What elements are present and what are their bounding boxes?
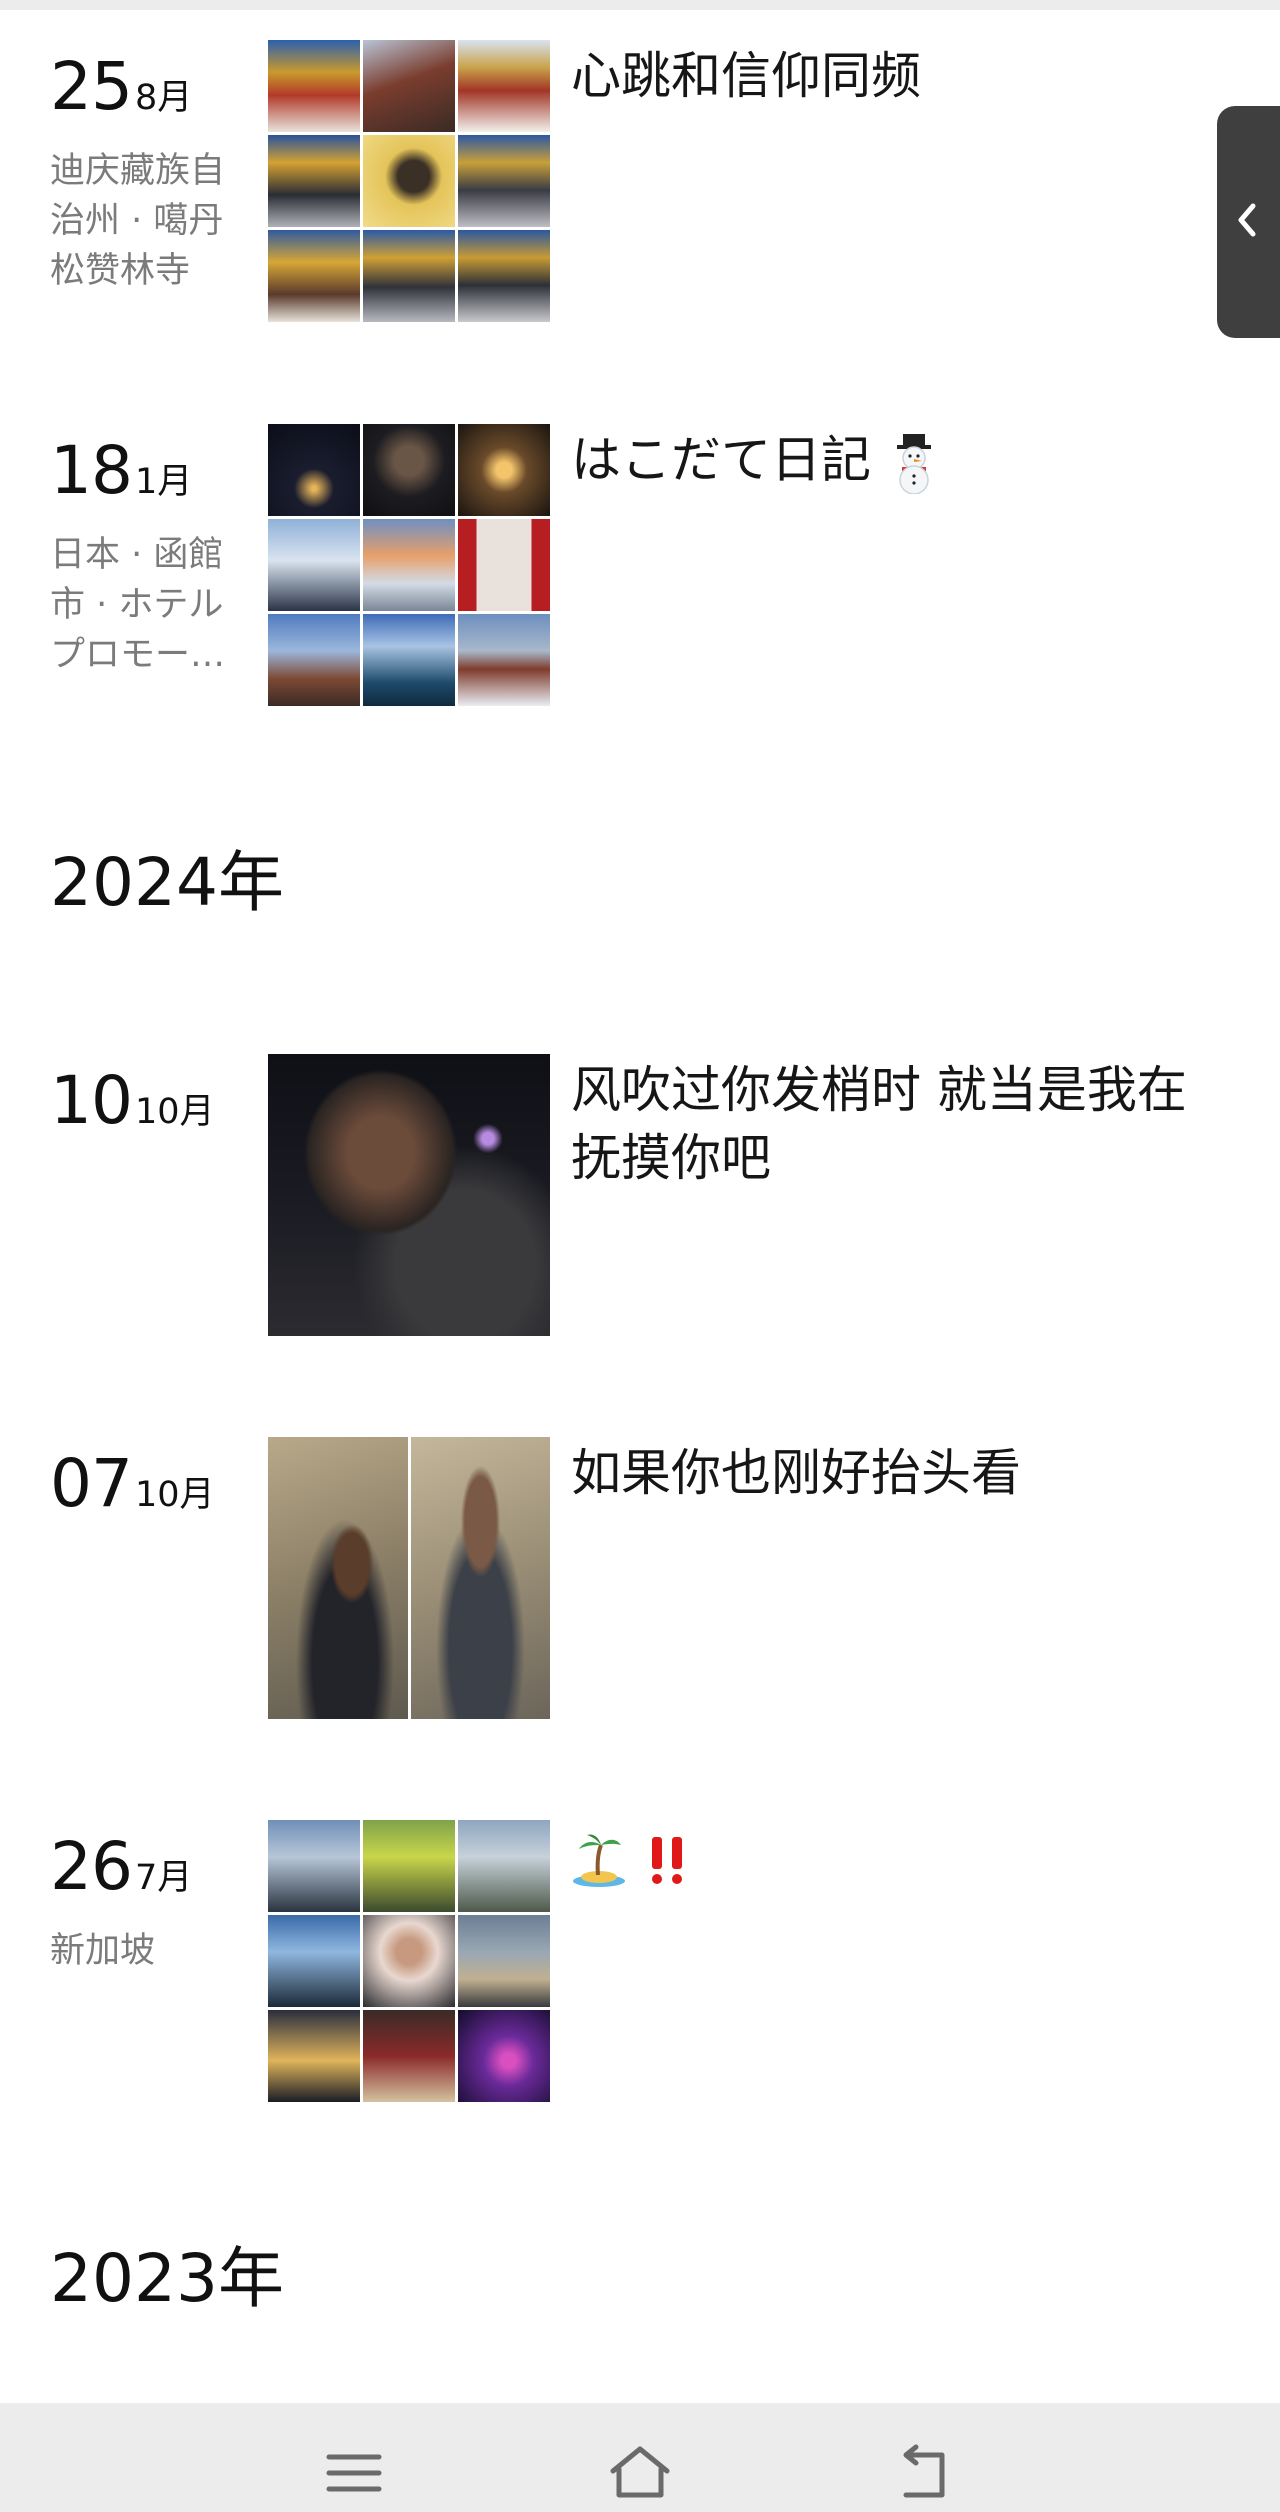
post-day: 26 — [50, 1828, 133, 1905]
photo-thumbnail[interactable] — [458, 519, 550, 611]
home-icon[interactable] — [605, 2443, 675, 2503]
photo-thumbnail[interactable] — [458, 614, 550, 706]
photo-thumbnail[interactable] — [363, 614, 455, 706]
photo-thumbnail[interactable] — [458, 40, 550, 132]
post-month: 10月 — [134, 1475, 215, 1515]
post-caption: 风吹过你发梢时 就当是我在抚摸你吧 — [571, 1061, 1187, 1187]
photo-thumbnail[interactable] — [268, 1054, 550, 1336]
post-entry[interactable]: 258月 迪庆藏族自治州 · 噶丹松赞林寺 心跳和信仰同频 — [0, 40, 1280, 322]
post-location: 新加坡 — [50, 1931, 156, 1971]
post-date: 258月 — [50, 54, 192, 120]
desert-island-icon — [573, 1833, 625, 1887]
photo-thumbnail[interactable] — [268, 1437, 408, 1719]
photo-thumbnail[interactable] — [363, 519, 455, 611]
post-caption: 心跳和信仰同频 — [571, 47, 921, 105]
photo-thumbnail[interactable] — [410, 1437, 550, 1719]
photo-thumbnail[interactable] — [458, 424, 550, 516]
post-month: 10月 — [134, 1092, 215, 1132]
year-header: 2024年 — [50, 844, 284, 921]
post-month: 8月 — [134, 78, 193, 118]
photo-thumbnail[interactable] — [458, 2010, 550, 2102]
photo-thumbnail[interactable] — [363, 40, 455, 132]
snowman-icon — [896, 433, 931, 494]
system-nav-bar — [0, 2403, 1280, 2512]
photo-grid[interactable] — [268, 1437, 550, 1719]
post-location: 日本 · 函館市 · ホテルプロモー… — [50, 535, 226, 675]
photo-thumbnail[interactable] — [363, 2010, 455, 2102]
photo-thumbnail[interactable] — [268, 1820, 360, 1912]
post-entry[interactable]: 0710月 如果你也刚好抬头看 — [0, 1437, 1280, 1719]
photo-thumbnail[interactable] — [268, 519, 360, 611]
post-day: 25 — [50, 48, 133, 125]
photo-thumbnail[interactable] — [458, 230, 550, 322]
photo-thumbnail[interactable] — [363, 135, 455, 227]
year-header: 2023年 — [50, 2240, 284, 2317]
post-day: 10 — [50, 1062, 133, 1139]
photo-grid[interactable] — [268, 424, 550, 706]
post-location: 迪庆藏族自治州 · 噶丹松赞林寺 — [50, 151, 226, 291]
status-bar-strip — [0, 0, 1280, 10]
post-date: 267月 — [50, 1834, 192, 1900]
post-day: 07 — [50, 1445, 133, 1522]
photo-thumbnail[interactable] — [268, 614, 360, 706]
photo-thumbnail[interactable] — [268, 1915, 360, 2007]
photo-grid[interactable] — [268, 1054, 550, 1336]
photo-thumbnail[interactable] — [268, 2010, 360, 2102]
photo-thumbnail[interactable] — [268, 40, 360, 132]
photo-thumbnail[interactable] — [458, 135, 550, 227]
post-caption: 如果你也刚好抬头看 — [571, 1444, 1021, 1502]
post-date: 1010月 — [50, 1068, 215, 1134]
photo-grid[interactable] — [268, 40, 550, 322]
photo-thumbnail[interactable] — [268, 424, 360, 516]
back-icon[interactable] — [890, 2443, 960, 2503]
post-month: 1月 — [134, 462, 193, 502]
post-day: 18 — [50, 432, 133, 509]
post-month: 7月 — [134, 1858, 193, 1898]
photo-thumbnail[interactable] — [268, 230, 360, 322]
post-entry[interactable]: 267月 新加坡 — [0, 1820, 1280, 2102]
photo-thumbnail[interactable] — [363, 1820, 455, 1912]
photo-grid[interactable] — [268, 1820, 550, 2102]
photo-thumbnail[interactable] — [363, 1915, 455, 2007]
post-date: 181月 — [50, 438, 192, 504]
post-date: 0710月 — [50, 1451, 215, 1517]
photo-thumbnail[interactable] — [458, 1915, 550, 2007]
photo-thumbnail[interactable] — [363, 230, 455, 322]
chevron-left-icon — [1238, 203, 1256, 237]
menu-icon[interactable] — [319, 2443, 389, 2503]
photo-thumbnail[interactable] — [268, 135, 360, 227]
double-exclamation-icon — [651, 1836, 682, 1884]
side-drawer-tab[interactable] — [1217, 106, 1280, 338]
post-entry[interactable]: 1010月 风吹过你发梢时 就当是我在抚摸你吧 — [0, 1054, 1280, 1336]
post-caption: はこだて日記 — [571, 426, 1231, 494]
post-caption — [571, 1822, 1231, 1890]
post-entry[interactable]: 181月 日本 · 函館市 · ホテルプロモー… はこだて日記 — [0, 424, 1280, 706]
photo-thumbnail[interactable] — [458, 1820, 550, 1912]
photo-thumbnail[interactable] — [363, 424, 455, 516]
post-caption-text: はこだて日記 — [571, 431, 871, 489]
